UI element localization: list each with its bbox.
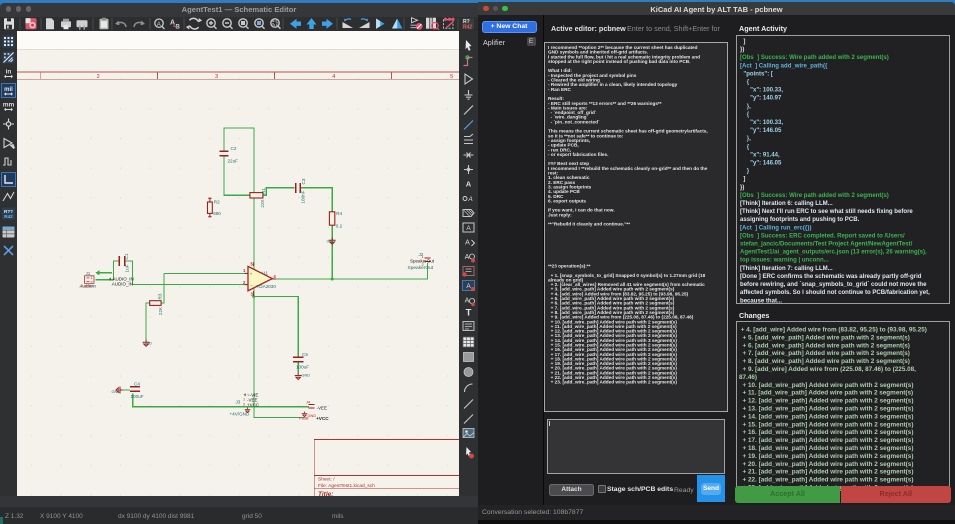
svg-text:R42: R42 (4, 214, 13, 219)
svg-text:A: A (465, 240, 470, 247)
svg-text:mil: mil (4, 87, 13, 93)
svg-text:A: A (465, 298, 470, 305)
svg-text:T: T (466, 308, 472, 319)
svg-text:B: B (176, 25, 181, 31)
svg-text:A: A (466, 225, 471, 232)
svg-text:mm: mm (3, 102, 15, 109)
svg-text:A: A (466, 180, 472, 189)
svg-text:A: A (466, 283, 471, 290)
svg-text:A: A (467, 196, 472, 203)
svg-text:A: A (465, 254, 470, 261)
svg-text:R??: R?? (4, 209, 13, 214)
svg-text:R42: R42 (463, 25, 472, 31)
svg-text:in: in (6, 69, 12, 76)
svg-text:A: A (157, 22, 161, 28)
